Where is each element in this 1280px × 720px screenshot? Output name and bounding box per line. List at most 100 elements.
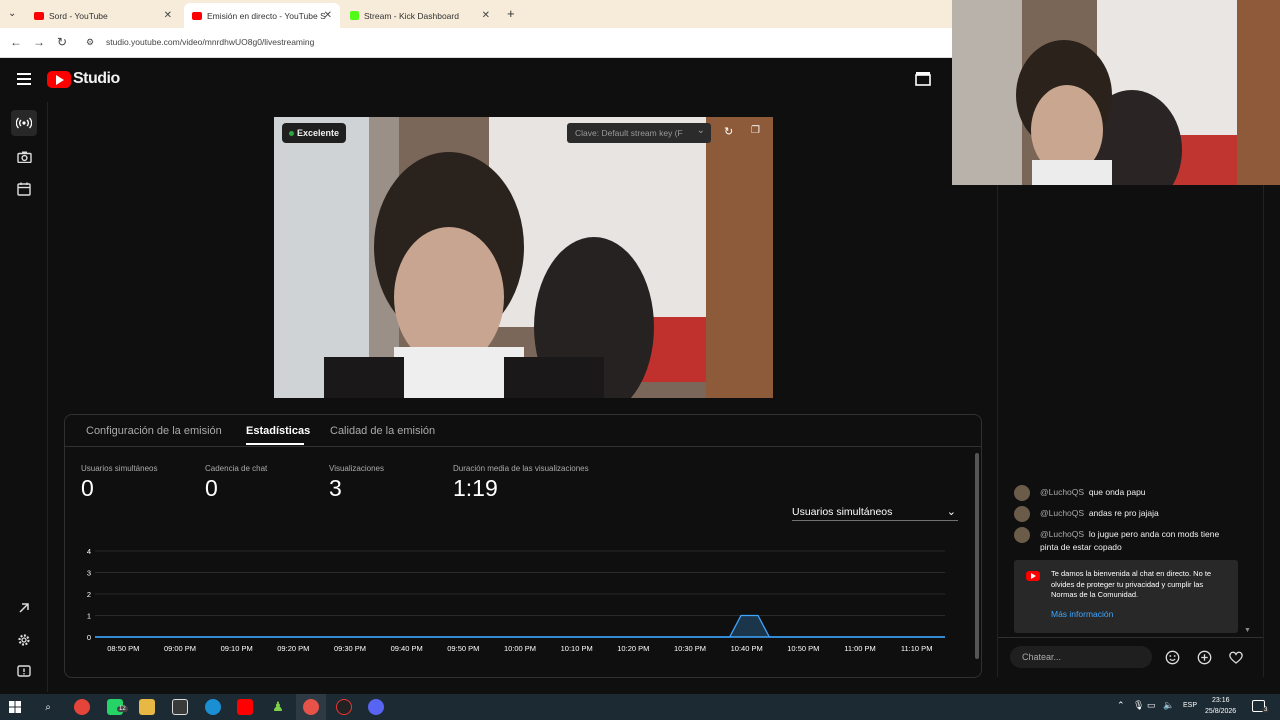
back-icon[interactable]: ←: [10, 35, 22, 49]
notifications-count: 3: [1262, 707, 1270, 713]
tab-estadisticas[interactable]: Estadísticas: [246, 425, 310, 437]
refresh-icon[interactable]: ↻: [724, 125, 733, 138]
sidebar: [0, 102, 48, 692]
chat-input[interactable]: Chatear...: [1010, 646, 1152, 668]
whatsapp-badge: 12: [117, 706, 128, 712]
avatar[interactable]: [1014, 485, 1030, 501]
tab-emision[interactable]: Emisión en directo - YouTube S ✕: [184, 3, 340, 28]
game-icon[interactable]: ♟: [270, 699, 286, 715]
active-app-highlight: [296, 694, 326, 720]
active-tab-indicator: [246, 443, 304, 445]
chat-author[interactable]: @LuchoQS: [1040, 508, 1084, 518]
x-tick-label: 10:40 PM: [731, 644, 763, 653]
x-tick-label: 10:00 PM: [504, 644, 536, 653]
series-area: [95, 615, 945, 637]
x-tick-label: 10:10 PM: [561, 644, 593, 653]
stat-value-views: 3: [329, 475, 342, 501]
stat-value-avg-duration: 1:19: [453, 475, 498, 501]
webcam-overlay-image: [952, 0, 1280, 185]
stream-key-label: Clave: Default stream key (F: [575, 128, 683, 138]
avatar[interactable]: [1014, 506, 1030, 522]
volume-icon[interactable]: 🔈: [1163, 700, 1174, 711]
divider: [65, 446, 981, 447]
add-icon[interactable]: [1197, 650, 1212, 665]
stream-key-select[interactable]: Clave: Default stream key (F ⌄: [567, 123, 711, 143]
x-tick-label: 09:10 PM: [221, 644, 253, 653]
stat-label-concurrent: Usuarios simultáneos: [81, 464, 158, 473]
welcome-banner: Te damos la bienvenida al chat en direct…: [1014, 560, 1238, 633]
live-icon[interactable]: [11, 110, 37, 136]
feedback-icon[interactable]: [11, 659, 37, 685]
x-tick-label: 10:20 PM: [617, 644, 649, 653]
tray-chevron-icon[interactable]: ⌃: [1117, 700, 1125, 711]
folder-icon[interactable]: [139, 699, 155, 715]
menu-icon[interactable]: [17, 73, 31, 85]
stats-panel: Configuración de la emisión Estadísticas…: [64, 414, 982, 678]
clock-time[interactable]: 23:16: [1212, 697, 1230, 704]
network-icon[interactable]: ▭: [1147, 700, 1156, 711]
chat-author[interactable]: @LuchoQS: [1040, 487, 1084, 497]
chat-author[interactable]: @LuchoQS: [1040, 529, 1084, 539]
address-bar: ← → ↻ ⚙ studio.youtube.com/video/mnrdhwU…: [0, 28, 952, 58]
youtube-studio-icon: [192, 11, 202, 20]
close-icon[interactable]: ✕: [164, 10, 172, 21]
tab-label: Stream - Kick Dashboard: [364, 10, 459, 21]
obs-icon[interactable]: [336, 699, 352, 715]
divider: [998, 637, 1263, 638]
clapperboard-icon[interactable]: [915, 71, 931, 86]
tab-configuracion[interactable]: Configuración de la emisión: [86, 425, 222, 437]
tab-kick[interactable]: Stream - Kick Dashboard ✕: [342, 3, 498, 28]
kick-icon: [350, 11, 359, 20]
heart-icon[interactable]: [1228, 650, 1244, 665]
windows-start-icon[interactable]: [9, 701, 21, 713]
store-icon[interactable]: [172, 699, 188, 715]
camera-icon[interactable]: [11, 144, 37, 170]
close-icon[interactable]: ✕: [324, 10, 332, 21]
stat-value-concurrent: 0: [81, 475, 94, 501]
edge-icon[interactable]: [205, 699, 221, 715]
tab-sord-youtube[interactable]: Sord - YouTube ✕: [26, 3, 180, 28]
youtube-icon: [1026, 571, 1040, 581]
calendar-icon[interactable]: [11, 176, 37, 202]
metric-dropdown[interactable]: Usuarios simultáneos ⌄: [792, 506, 958, 521]
chat-input-placeholder: Chatear...: [1022, 652, 1062, 662]
studio-logo-text[interactable]: Studio: [73, 70, 120, 88]
youtube-app-icon[interactable]: [237, 699, 253, 715]
url-field[interactable]: studio.youtube.com/video/mnrdhwUO8g0/liv…: [106, 37, 314, 47]
search-icon[interactable]: ⌕: [40, 699, 56, 715]
close-icon[interactable]: ✕: [482, 10, 490, 21]
copy-icon[interactable]: ❐: [751, 125, 760, 136]
youtube-logo-icon[interactable]: [47, 71, 71, 88]
x-tick-label: 08:50 PM: [107, 644, 139, 653]
y-tick-label: 1: [87, 612, 91, 621]
site-info-icon[interactable]: ⚙: [86, 37, 94, 48]
tab-list-icon[interactable]: ⌄: [8, 8, 16, 19]
scroll-down-icon[interactable]: ▼: [1244, 627, 1251, 634]
stream-preview[interactable]: Excelente Clave: Default stream key (F ⌄…: [274, 117, 773, 398]
language-indicator[interactable]: ESP: [1183, 702, 1197, 709]
x-tick-label: 10:50 PM: [787, 644, 819, 653]
youtube-icon: [34, 11, 44, 20]
concurrent-viewers-chart: 4 3 2 1 0 08:50 PM 09:00 PM 09:10 PM 09:20 PM 09:…: [87, 547, 945, 653]
browser-tab-bar: ⌄ Sord - YouTube ✕ Emisión en directo - …: [0, 0, 952, 28]
new-tab-icon[interactable]: +: [507, 6, 515, 21]
y-tick-label: 3: [87, 569, 91, 578]
settings-icon[interactable]: [11, 627, 37, 653]
chevron-down-icon: ⌄: [946, 506, 956, 518]
reload-icon[interactable]: ↻: [57, 35, 67, 49]
emoji-icon[interactable]: [1165, 650, 1180, 665]
avatar[interactable]: [1014, 527, 1030, 543]
chat-text: que onda papu: [1088, 487, 1146, 497]
clock-date[interactable]: 25/8/2026: [1205, 708, 1236, 715]
discord-icon[interactable]: [368, 699, 384, 715]
external-icon[interactable]: [11, 595, 37, 621]
x-tick-label: 09:50 PM: [447, 644, 479, 653]
panel-scrollbar[interactable]: [975, 453, 979, 659]
forward-icon[interactable]: →: [33, 35, 45, 49]
tab-calidad[interactable]: Calidad de la emisión: [330, 425, 435, 437]
more-info-link[interactable]: Más información: [1051, 609, 1113, 619]
metric-dropdown-label: Usuarios simultáneos: [792, 506, 893, 518]
chrome-icon[interactable]: [74, 699, 90, 715]
chat-text: andas re pro jajaja: [1088, 508, 1159, 518]
mic-icon[interactable]: 🎙: [1133, 700, 1144, 711]
